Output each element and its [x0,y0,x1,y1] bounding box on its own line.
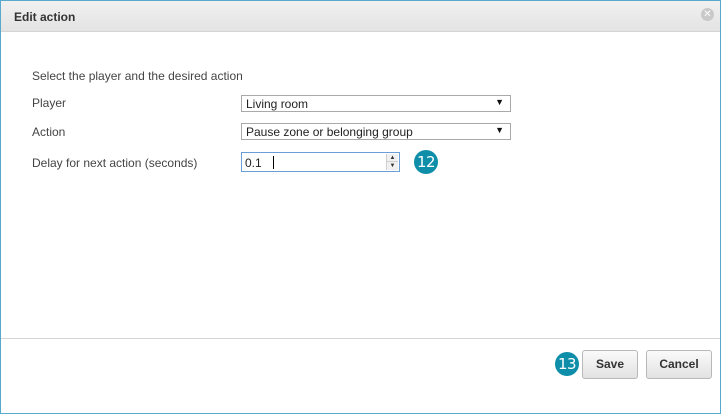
action-select-value: Pause zone or belonging group [246,125,413,139]
dialog-title: Edit action [14,10,76,24]
spinner-up-icon[interactable]: ▲ [387,154,398,162]
dialog-header: Edit action ✕ [1,1,720,32]
close-icon[interactable]: ✕ [701,8,714,21]
delay-spinner-input[interactable]: 0.1 ▲ ▼ [241,152,400,172]
dropdown-arrow-icon: ▼ [495,125,504,135]
player-label: Player [32,96,67,110]
instruction-text: Select the player and the desired action [32,69,243,83]
action-select[interactable]: Pause zone or belonging group ▼ [241,123,511,140]
cancel-button[interactable]: Cancel [646,350,712,379]
spinner-down-icon[interactable]: ▼ [387,162,398,170]
player-select-value: Living room [246,97,309,111]
dropdown-arrow-icon: ▼ [495,97,504,107]
delay-input-value: 0.1 [245,156,262,170]
player-select[interactable]: Living room ▼ [241,95,511,112]
save-button[interactable]: Save [582,350,638,379]
callout-badge-12: 12 [414,150,438,174]
action-label: Action [32,125,66,139]
delay-label: Delay for next action (seconds) [32,156,198,170]
spinner-buttons: ▲ ▼ [386,154,398,170]
edit-action-dialog: Edit action ✕ Select the player and the … [0,0,721,414]
callout-badge-13: 13 [555,352,579,376]
text-caret [273,156,274,169]
